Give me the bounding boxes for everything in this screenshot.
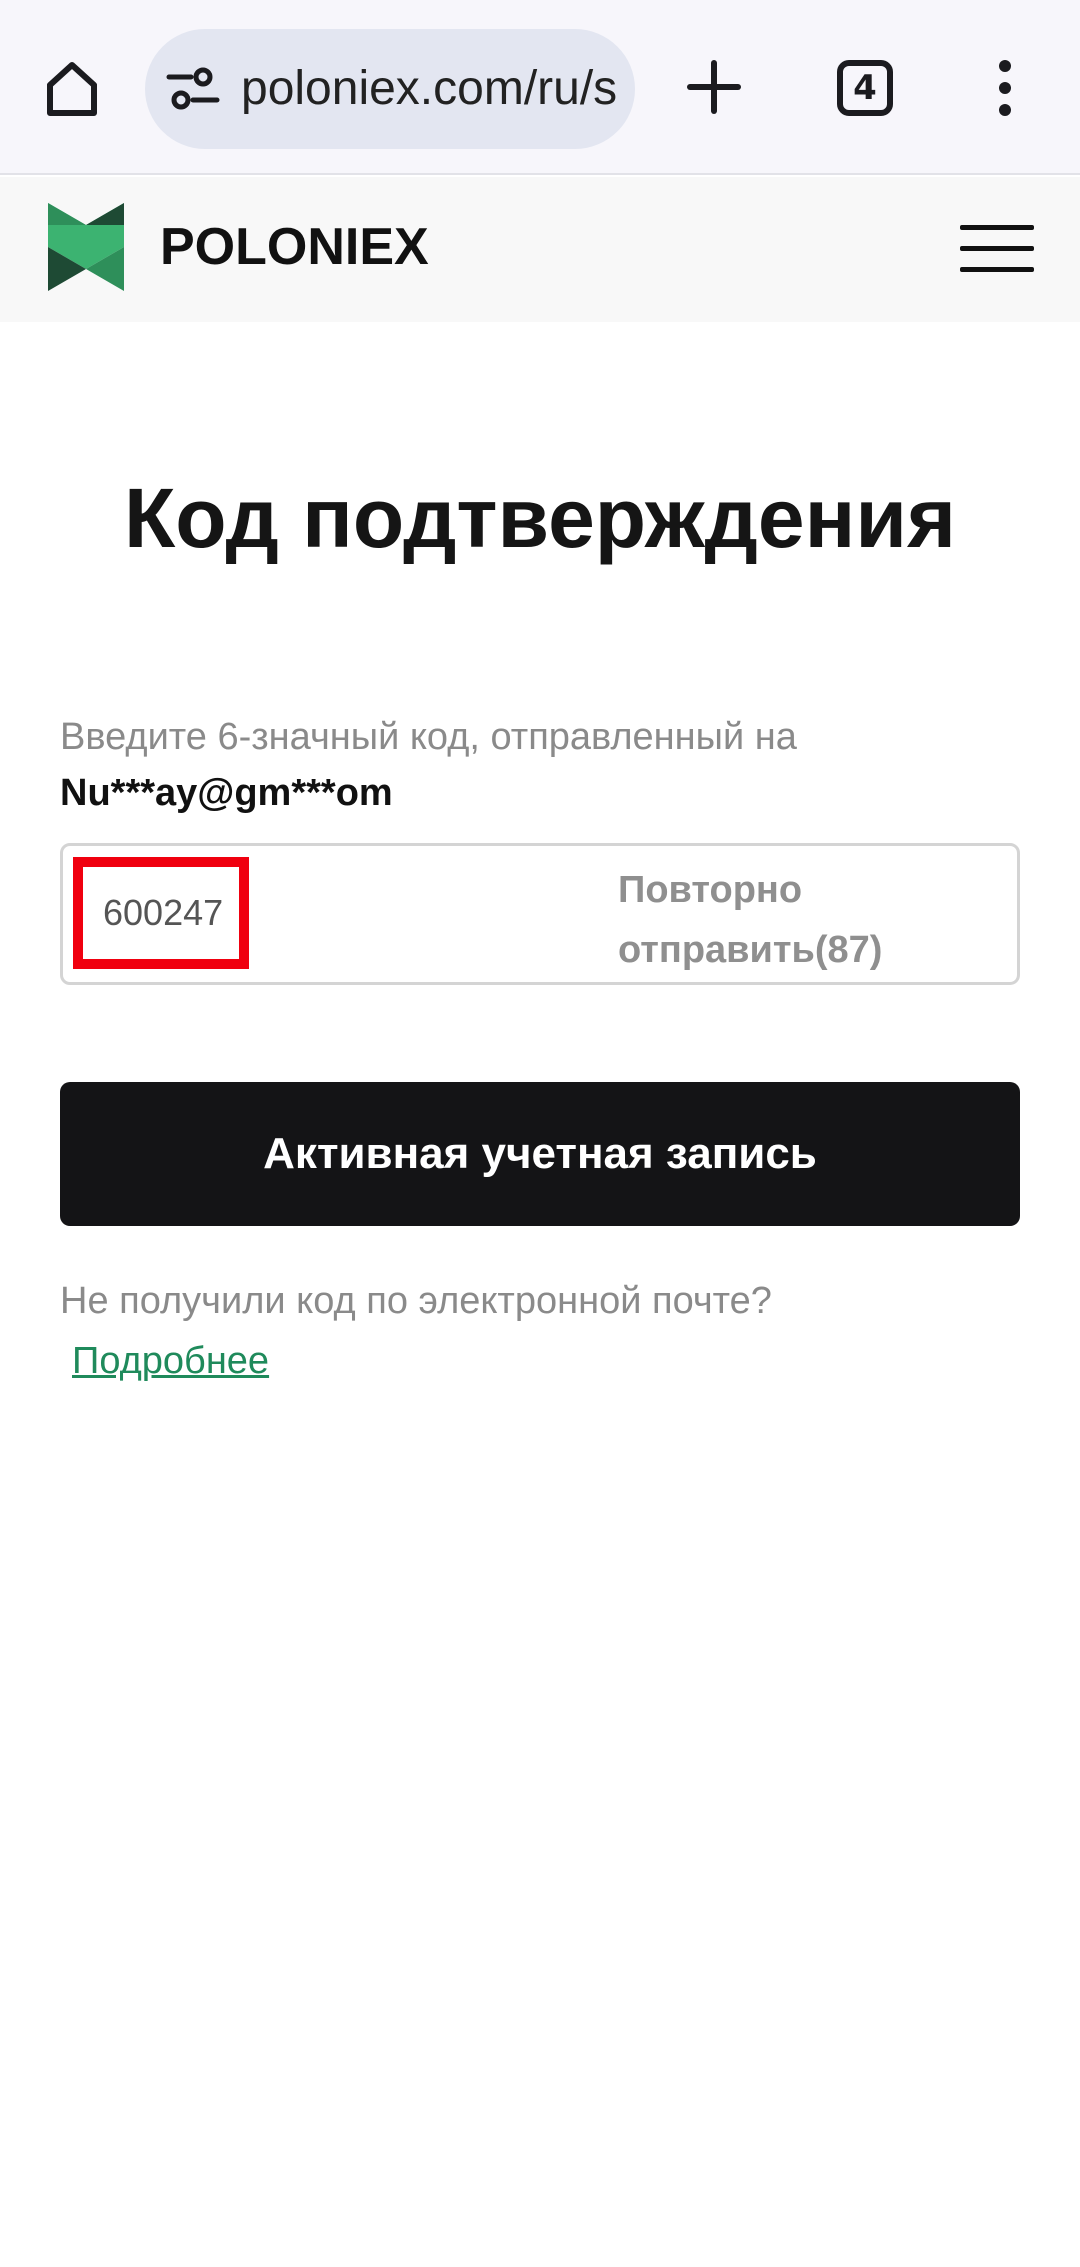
site-header: POLONIEX <box>0 177 1080 322</box>
code-field-container: Повторно отправить(87) <box>60 843 1020 985</box>
tune-icon[interactable] <box>165 67 221 111</box>
tab-count: 4 <box>853 68 877 108</box>
more-vert-icon <box>999 60 1011 116</box>
verification-code-input[interactable] <box>73 857 249 969</box>
hamburger-icon-line <box>960 267 1034 272</box>
browser-toolbar: poloniex.com/ru/s 4 <box>0 0 1080 175</box>
home-icon <box>47 62 97 116</box>
details-link[interactable]: Подробнее <box>72 1340 269 1383</box>
page-title: Код подтверждения <box>124 471 956 565</box>
activate-account-button[interactable]: Активная учетная запись <box>60 1082 1020 1226</box>
instruction-text: Введите 6-значный код, отправленный на <box>60 716 797 758</box>
hamburger-icon <box>960 225 1034 230</box>
browser-menu-button[interactable] <box>990 58 1020 118</box>
url-text[interactable]: poloniex.com/ru/s <box>241 29 635 149</box>
hamburger-icon-line <box>960 246 1034 251</box>
brand-name[interactable]: POLONIEX <box>160 217 429 277</box>
resend-code-button[interactable]: Повторно отправить(87) <box>618 860 948 980</box>
poloniex-logo-icon[interactable] <box>48 203 124 291</box>
masked-email: Nu***ay@gm***om <box>60 772 393 814</box>
tab-switcher-button[interactable]: 4 <box>837 60 893 116</box>
site-menu-button[interactable] <box>960 225 1034 275</box>
address-bar[interactable]: poloniex.com/ru/s <box>145 29 635 149</box>
no-code-text: Не получили код по электронной почте? <box>60 1280 772 1322</box>
home-button[interactable] <box>36 50 108 128</box>
plus-icon <box>687 60 741 114</box>
new-tab-button[interactable] <box>682 55 746 119</box>
